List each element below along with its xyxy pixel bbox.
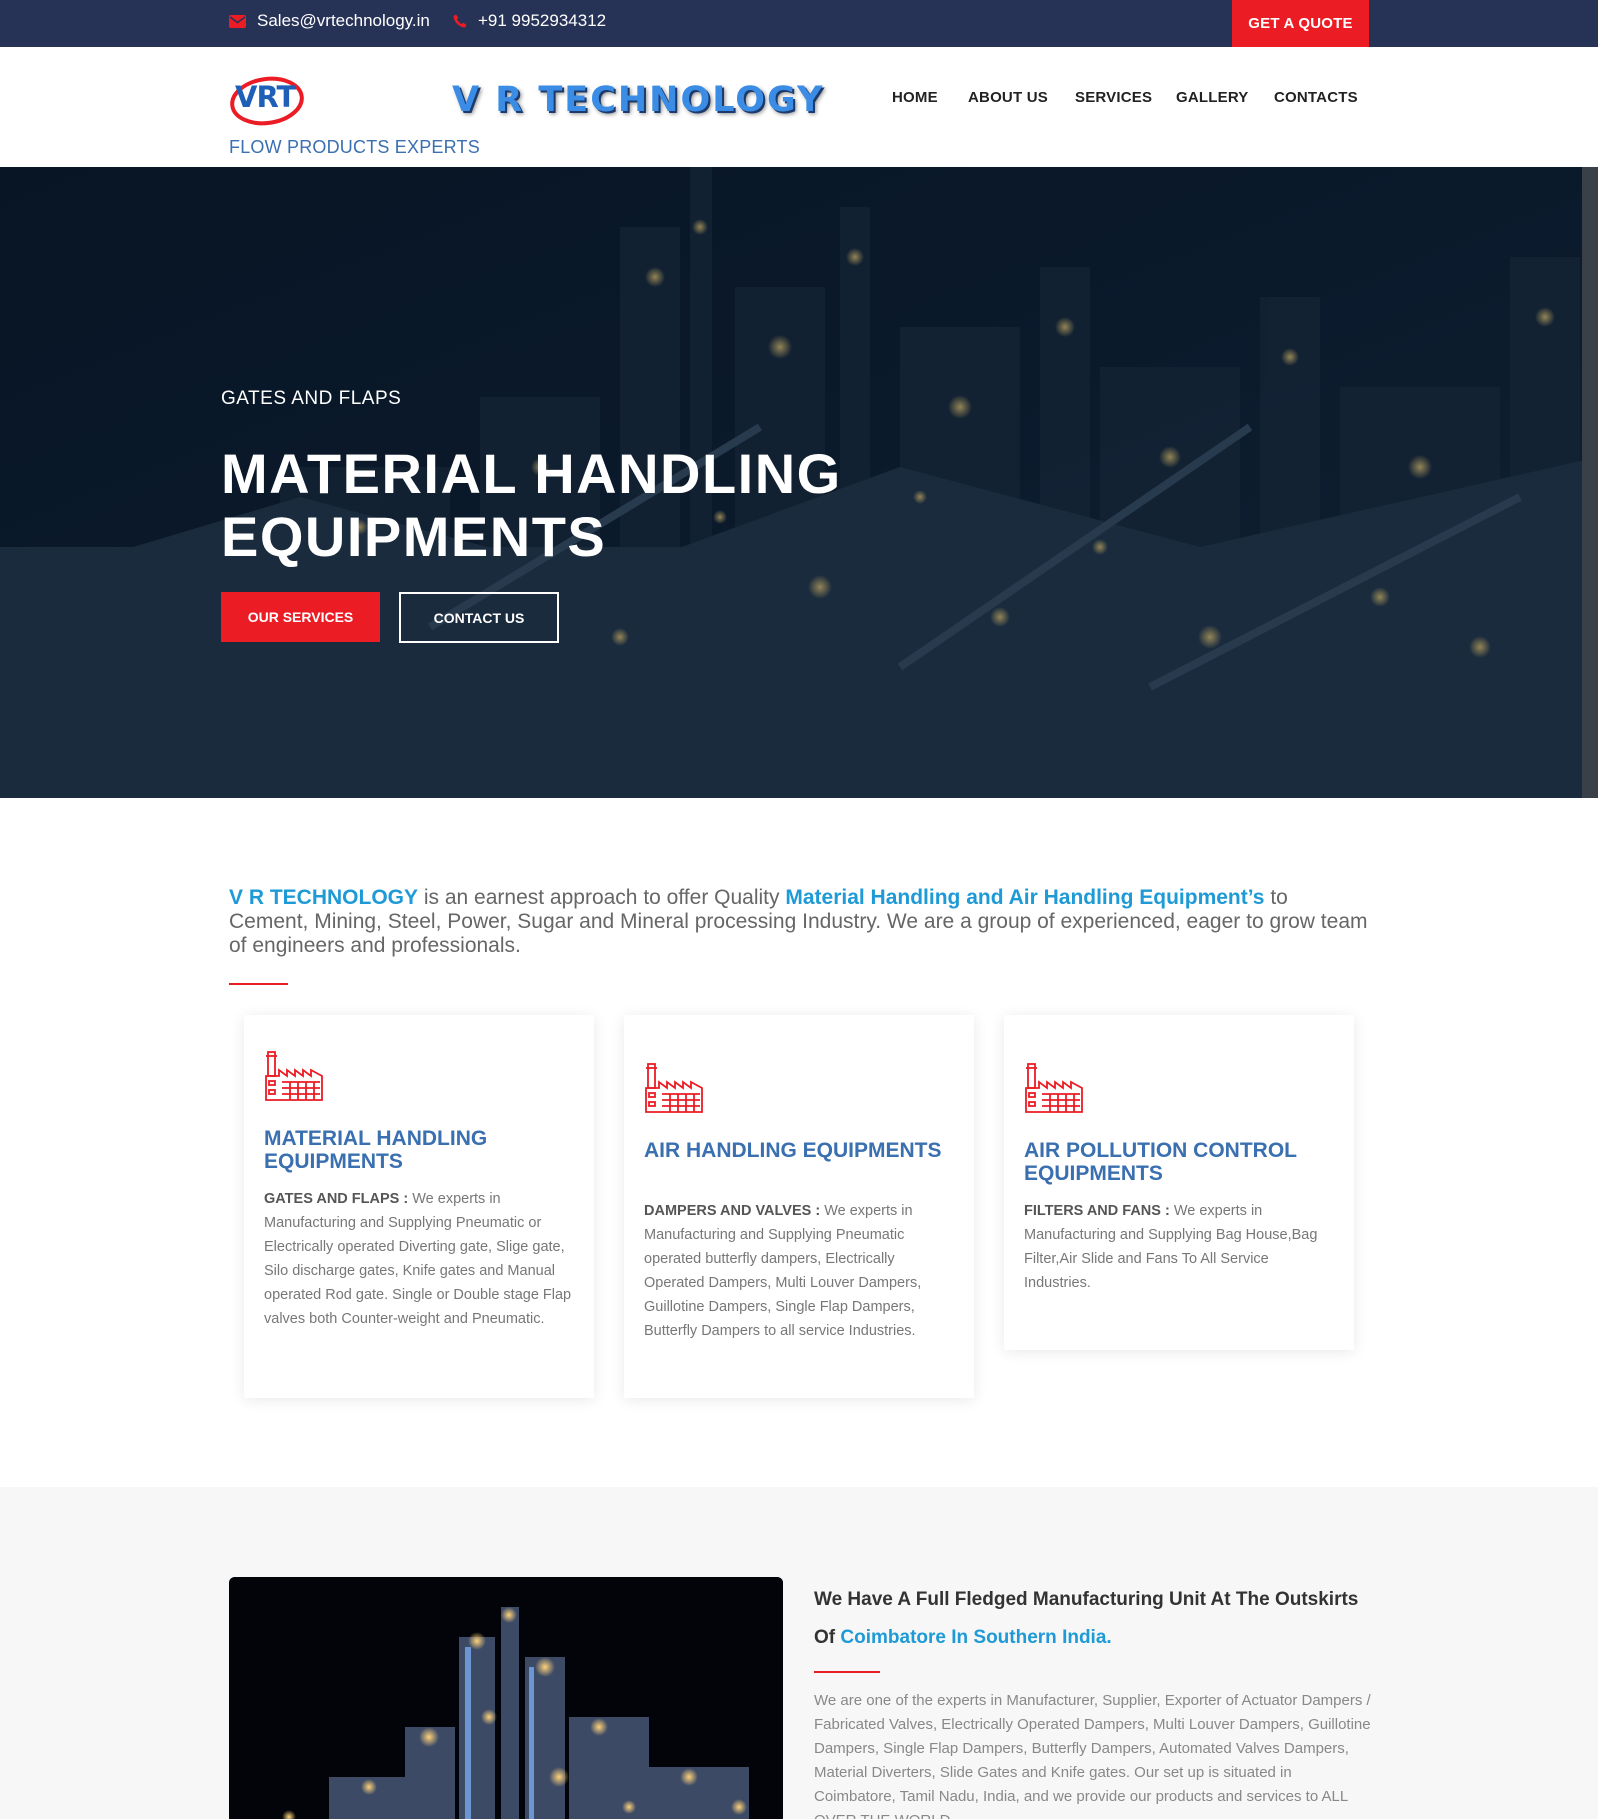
card-title: MATERIAL HANDLING EQUIPMENTS xyxy=(264,1127,488,1173)
factory-icon xyxy=(265,1051,323,1101)
nav-contacts[interactable]: CONTACTS xyxy=(1274,89,1358,106)
factory-icon xyxy=(1025,1063,1083,1113)
card-lead: GATES AND FLAPS : xyxy=(264,1191,413,1207)
manufacturing-section: We Have A Full Fledged Manufacturing Uni… xyxy=(0,1487,1598,1819)
service-card-air-pollution-control[interactable]: AIR POLLUTION CONTROL EQUIPMENTS FILTERS… xyxy=(1004,1015,1354,1350)
hero-title-line-2: EQUIPMENTS xyxy=(221,505,607,568)
brand-title: V R TECHNOLOGY xyxy=(452,80,825,120)
manufacturing-heading-highlight: Coimbatore In Southern India. xyxy=(840,1627,1112,1648)
intro-brand: V R TECHNOLOGY xyxy=(229,886,419,909)
intro-paragraph: V R TECHNOLOGY is an earnest approach to… xyxy=(229,886,1369,958)
nav-services[interactable]: SERVICES xyxy=(1075,89,1152,106)
service-card-material-handling[interactable]: MATERIAL HANDLING EQUIPMENTS GATES AND F… xyxy=(244,1015,594,1398)
card-body: FILTERS AND FANS : We experts in Manufac… xyxy=(1024,1199,1338,1295)
our-services-button[interactable]: OUR SERVICES xyxy=(221,592,380,642)
nav-about-us[interactable]: ABOUT US xyxy=(968,89,1048,106)
hero-scrollbar[interactable] xyxy=(1582,167,1598,798)
site-header: VRT FLOW PRODUCTS EXPERTS V R TECHNOLOGY… xyxy=(0,47,1598,167)
nav-home[interactable]: HOME xyxy=(892,89,938,106)
hero-title: MATERIAL HANDLING EQUIPMENTS xyxy=(221,442,981,568)
card-title: AIR POLLUTION CONTROL EQUIPMENTS xyxy=(1024,1139,1297,1185)
top-bar: Sales@vrtechnology.in +91 9952934312 GET… xyxy=(0,0,1598,47)
factory-icon xyxy=(645,1063,703,1113)
service-card-air-handling[interactable]: AIR HANDLING EQUIPMENTS DAMPERS AND VALV… xyxy=(624,1015,974,1398)
intro-highlight: Material Handling and Air Handling Equip… xyxy=(785,886,1265,909)
intro-divider xyxy=(229,983,288,985)
hero-title-line-1: MATERIAL HANDLING xyxy=(221,442,842,505)
hero-subtitle: GATES AND FLAPS xyxy=(221,388,402,409)
card-body: GATES AND FLAPS : We experts in Manufact… xyxy=(264,1187,578,1331)
cement-plant-night-image xyxy=(229,1577,783,1819)
card-lead: DAMPERS AND VALVES : xyxy=(644,1203,825,1219)
phone-text: +91 9952934312 xyxy=(478,11,607,30)
contact-us-button[interactable]: CONTACT US xyxy=(399,592,559,643)
card-body: DAMPERS AND VALVES : We experts in Manuf… xyxy=(644,1199,958,1343)
intro-text-a: is an earnest approach to offer Quality xyxy=(418,886,786,909)
card-text: We experts in Manufacturing and Supplyin… xyxy=(264,1191,572,1327)
email-link[interactable]: Sales@vrtechnology.in xyxy=(229,0,430,42)
envelope-icon xyxy=(229,14,246,28)
hero-banner: GATES AND FLAPS MATERIAL HANDLING EQUIPM… xyxy=(0,167,1598,798)
get-a-quote-button[interactable]: GET A QUOTE xyxy=(1232,0,1369,47)
manufacturing-text: We are one of the experts in Manufacture… xyxy=(814,1692,1371,1819)
manufacturing-heading: We Have A Full Fledged Manufacturing Uni… xyxy=(814,1581,1374,1657)
phone-icon xyxy=(453,14,467,28)
card-title: AIR HANDLING EQUIPMENTS xyxy=(644,1139,942,1162)
logo-tagline: FLOW PRODUCTS EXPERTS xyxy=(229,137,480,157)
email-text: Sales@vrtechnology.in xyxy=(257,11,430,30)
phone-link[interactable]: +91 9952934312 xyxy=(453,0,606,42)
svg-text:VRT: VRT xyxy=(235,80,296,114)
card-lead: FILTERS AND FANS : xyxy=(1024,1203,1174,1219)
card-text: We experts in Manufacturing and Supplyin… xyxy=(644,1203,922,1339)
manufacturing-divider xyxy=(814,1671,880,1673)
vrt-logo[interactable]: VRT xyxy=(229,67,311,127)
nav-gallery[interactable]: GALLERY xyxy=(1176,89,1249,106)
